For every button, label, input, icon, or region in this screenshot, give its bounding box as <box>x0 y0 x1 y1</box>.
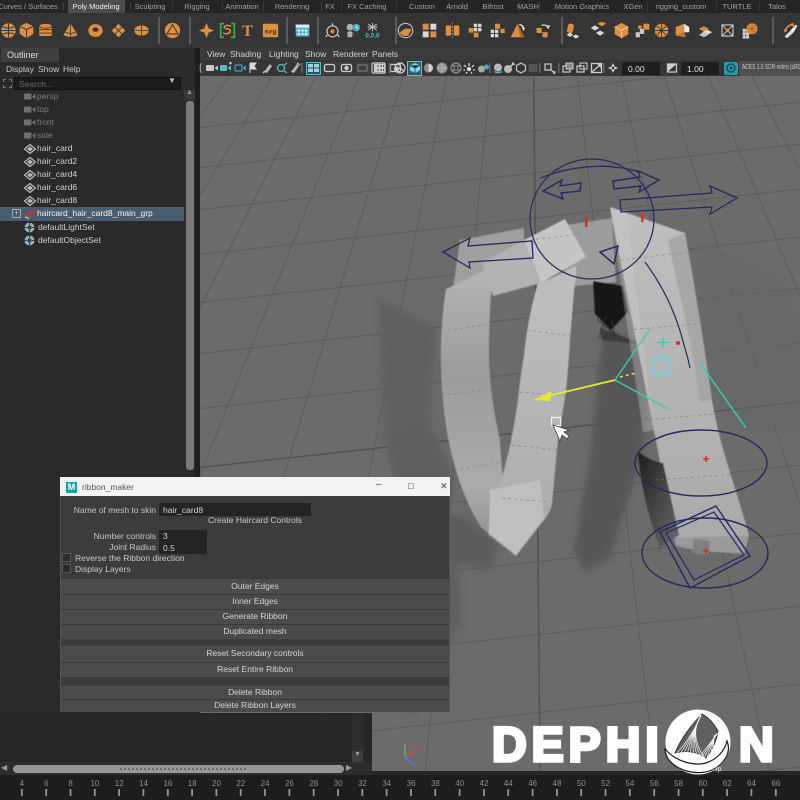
svg-text:16: 16 <box>163 779 172 788</box>
svg-text:60: 60 <box>698 779 707 788</box>
svg-text:48: 48 <box>553 779 562 788</box>
svg-text:svg: svg <box>264 28 276 35</box>
svg-text:24: 24 <box>261 779 270 788</box>
svg-text:64: 64 <box>747 779 756 788</box>
svg-text:34: 34 <box>382 779 391 788</box>
svg-text:38: 38 <box>431 779 440 788</box>
svg-text:66: 66 <box>771 779 780 788</box>
svg-text:36: 36 <box>407 779 416 788</box>
svg-text:20: 20 <box>212 779 221 788</box>
svg-text:44: 44 <box>504 779 513 788</box>
svg-text:32: 32 <box>358 779 367 788</box>
svg-text:22: 22 <box>236 779 245 788</box>
svg-text:26: 26 <box>285 779 294 788</box>
svg-text:DEPHI: DEPHI <box>492 719 664 772</box>
svg-text:46: 46 <box>528 779 537 788</box>
svg-text:8: 8 <box>68 779 73 788</box>
svg-text:14: 14 <box>139 779 148 788</box>
svg-text:12: 12 <box>115 779 124 788</box>
svg-text:28: 28 <box>309 779 318 788</box>
svg-text:50: 50 <box>577 779 586 788</box>
svg-text:52: 52 <box>601 779 610 788</box>
svg-text:40: 40 <box>455 779 464 788</box>
svg-text:0,0,0: 0,0,0 <box>365 32 380 38</box>
svg-text:4: 4 <box>20 779 25 788</box>
svg-text:T: T <box>242 23 253 39</box>
svg-text:58: 58 <box>674 779 683 788</box>
svg-text:30: 30 <box>334 779 343 788</box>
svg-text:10: 10 <box>90 779 99 788</box>
svg-text:54: 54 <box>625 779 634 788</box>
svg-text:56: 56 <box>650 779 659 788</box>
svg-text:42: 42 <box>480 779 489 788</box>
svg-text:6: 6 <box>44 779 49 788</box>
svg-text:rp: rp <box>716 767 722 773</box>
svg-text:18: 18 <box>188 779 197 788</box>
svg-text:62: 62 <box>723 779 732 788</box>
svg-text:N: N <box>739 719 774 772</box>
